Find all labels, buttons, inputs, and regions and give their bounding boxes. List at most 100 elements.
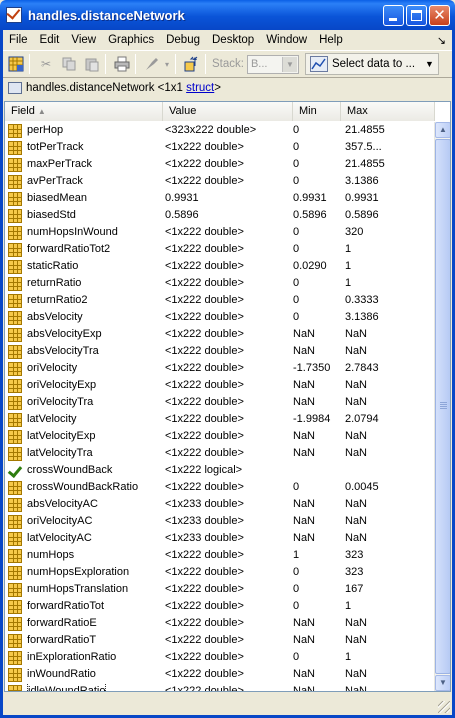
- table-row[interactable]: forwardRatioT <1x222 double> NaN NaN: [5, 632, 435, 649]
- value-cell[interactable]: <1x222 double>: [163, 156, 293, 173]
- table-row[interactable]: crossWoundBackRatio <1x222 double> 0 0.0045: [5, 479, 435, 496]
- field-name-cell[interactable]: maxPerTrack: [5, 156, 163, 173]
- field-name-cell[interactable]: forwardRatioT: [5, 632, 163, 649]
- value-cell[interactable]: <1x222 double>: [163, 377, 293, 394]
- table-row[interactable]: inWoundRatio <1x222 double> NaN NaN: [5, 666, 435, 683]
- value-cell[interactable]: 0.9931: [163, 190, 293, 207]
- field-name-cell[interactable]: idleWoundRatio: [5, 683, 163, 691]
- field-name-cell[interactable]: numHopsTranslation: [5, 581, 163, 598]
- value-cell[interactable]: <1x222 double>: [163, 309, 293, 326]
- value-cell[interactable]: <1x222 double>: [163, 241, 293, 258]
- select-data-button[interactable]: Select data to ... ▼: [304, 53, 439, 75]
- field-name-cell[interactable]: absVelocityTra: [5, 343, 163, 360]
- field-name-cell[interactable]: totPerTrack: [5, 139, 163, 156]
- table-row[interactable]: oriVelocityExp <1x222 double> NaN NaN: [5, 377, 435, 394]
- value-cell[interactable]: <1x222 double>: [163, 615, 293, 632]
- table-row[interactable]: biasedStd 0.5896 0.5896 0.5896: [5, 207, 435, 224]
- value-cell[interactable]: <1x222 logical>: [163, 462, 293, 479]
- value-cell[interactable]: <1x222 double>: [163, 292, 293, 309]
- table-row[interactable]: absVelocity <1x222 double> 0 3.1386: [5, 309, 435, 326]
- cut-button[interactable]: ✂: [36, 54, 56, 74]
- field-name-cell[interactable]: oriVelocityTra: [5, 394, 163, 411]
- field-name-cell[interactable]: latVelocity: [5, 411, 163, 428]
- vertical-scrollbar[interactable]: ▲ ▼: [434, 122, 450, 691]
- value-cell[interactable]: <1x222 double>: [163, 479, 293, 496]
- value-cell[interactable]: <1x233 double>: [163, 496, 293, 513]
- value-cell[interactable]: <1x222 double>: [163, 275, 293, 292]
- close-button[interactable]: ✕: [429, 5, 450, 26]
- field-name-cell[interactable]: latVelocityTra: [5, 445, 163, 462]
- field-name-cell[interactable]: oriVelocityAC: [5, 513, 163, 530]
- field-name-cell[interactable]: latVelocityAC: [5, 530, 163, 547]
- scroll-down-button[interactable]: ▼: [435, 675, 450, 691]
- table-row[interactable]: numHopsInWound <1x222 double> 0 320: [5, 224, 435, 241]
- table-row[interactable]: absVelocityExp <1x222 double> NaN NaN: [5, 326, 435, 343]
- table-row[interactable]: forwardRatioTot <1x222 double> 0 1: [5, 598, 435, 615]
- plot-dropdown-button[interactable]: ▾: [162, 54, 172, 74]
- undock-arrow-icon[interactable]: ↘: [437, 34, 446, 47]
- table-row[interactable]: biasedMean 0.9931 0.9931 0.9931: [5, 190, 435, 207]
- title-bar[interactable]: handles.distanceNetwork ✕: [0, 0, 455, 30]
- new-variable-button[interactable]: [6, 54, 26, 74]
- field-name-cell[interactable]: forwardRatioE: [5, 615, 163, 632]
- column-header-field[interactable]: Field ▲: [5, 102, 163, 121]
- table-row[interactable]: maxPerTrack <1x222 double> 0 21.4855: [5, 156, 435, 173]
- table-row[interactable]: staticRatio <1x222 double> 0.0290 1: [5, 258, 435, 275]
- field-name-cell[interactable]: numHops: [5, 547, 163, 564]
- table-row[interactable]: idleWoundRatio <1x222 double> NaN NaN: [5, 683, 435, 691]
- scroll-up-button[interactable]: ▲: [435, 122, 450, 138]
- field-name-cell[interactable]: absVelocity: [5, 309, 163, 326]
- table-row[interactable]: latVelocityExp <1x222 double> NaN NaN: [5, 428, 435, 445]
- value-cell[interactable]: <1x222 double>: [163, 343, 293, 360]
- field-name-cell[interactable]: oriVelocity: [5, 360, 163, 377]
- paste-button[interactable]: [82, 54, 102, 74]
- menu-debug[interactable]: Debug: [160, 31, 206, 49]
- value-cell[interactable]: <1x233 double>: [163, 530, 293, 547]
- field-name-cell[interactable]: avPerTrack: [5, 173, 163, 190]
- struct-link[interactable]: struct: [186, 82, 214, 94]
- field-name-cell[interactable]: inWoundRatio: [5, 666, 163, 683]
- value-cell[interactable]: <1x222 double>: [163, 224, 293, 241]
- field-name-cell[interactable]: numHopsInWound: [5, 224, 163, 241]
- value-cell[interactable]: <1x222 double>: [163, 598, 293, 615]
- menu-graphics[interactable]: Graphics: [102, 31, 160, 49]
- value-cell[interactable]: <1x222 double>: [163, 139, 293, 156]
- column-header-min[interactable]: Min: [293, 102, 341, 121]
- value-cell[interactable]: 0.5896: [163, 207, 293, 224]
- value-cell[interactable]: <1x233 double>: [163, 513, 293, 530]
- table-row[interactable]: latVelocityAC <1x233 double> NaN NaN: [5, 530, 435, 547]
- field-name-cell[interactable]: absVelocityExp: [5, 326, 163, 343]
- value-cell[interactable]: <1x222 double>: [163, 173, 293, 190]
- field-name-cell[interactable]: returnRatio: [5, 275, 163, 292]
- value-cell[interactable]: <1x222 double>: [163, 428, 293, 445]
- table-row[interactable]: avPerTrack <1x222 double> 0 3.1386: [5, 173, 435, 190]
- table-row[interactable]: forwardRatioE <1x222 double> NaN NaN: [5, 615, 435, 632]
- menu-window[interactable]: Window: [260, 31, 313, 49]
- value-cell[interactable]: <1x222 double>: [163, 666, 293, 683]
- value-cell[interactable]: <323x222 double>: [163, 122, 293, 139]
- table-row[interactable]: numHops <1x222 double> 1 323: [5, 547, 435, 564]
- menu-edit[interactable]: Edit: [34, 31, 66, 49]
- field-name-cell[interactable]: latVelocityExp: [5, 428, 163, 445]
- field-name-cell[interactable]: biasedStd: [5, 207, 163, 224]
- field-name-cell[interactable]: biasedMean: [5, 190, 163, 207]
- field-name-cell[interactable]: numHopsExploration: [5, 564, 163, 581]
- value-cell[interactable]: <1x222 double>: [163, 411, 293, 428]
- menu-file[interactable]: File: [3, 31, 34, 49]
- table-row[interactable]: numHopsTranslation <1x222 double> 0 167: [5, 581, 435, 598]
- value-cell[interactable]: <1x222 double>: [163, 581, 293, 598]
- resize-grip-icon[interactable]: [438, 701, 450, 713]
- menu-view[interactable]: View: [65, 31, 102, 49]
- value-cell[interactable]: <1x222 double>: [163, 564, 293, 581]
- table-row[interactable]: oriVelocityAC <1x233 double> NaN NaN: [5, 513, 435, 530]
- value-cell[interactable]: <1x222 double>: [163, 445, 293, 462]
- field-name-cell[interactable]: inExplorationRatio: [5, 649, 163, 666]
- field-name-cell[interactable]: forwardRatioTot: [5, 598, 163, 615]
- column-header-max[interactable]: Max: [341, 102, 435, 121]
- table-row[interactable]: latVelocity <1x222 double> -1.9984 2.0794: [5, 411, 435, 428]
- minimize-button[interactable]: [383, 5, 404, 26]
- table-row[interactable]: latVelocityTra <1x222 double> NaN NaN: [5, 445, 435, 462]
- field-name-cell[interactable]: oriVelocityExp: [5, 377, 163, 394]
- field-name-cell[interactable]: staticRatio: [5, 258, 163, 275]
- field-name-cell[interactable]: returnRatio2: [5, 292, 163, 309]
